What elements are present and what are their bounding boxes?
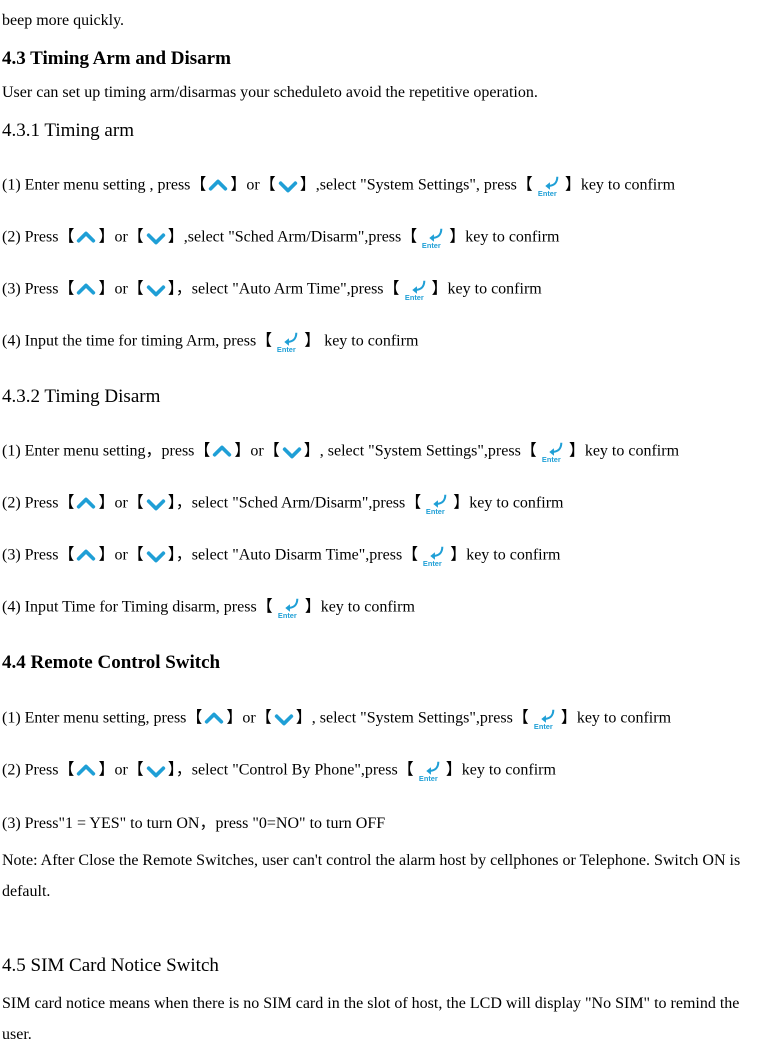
up-arrow-icon — [75, 493, 97, 515]
text: (2) Press【 — [2, 495, 74, 512]
heading-4-5: 4.5 SIM Card Notice Switch — [2, 951, 766, 981]
step-4-3-1-2: (2) Press【 】or【 】,select "Sched Arm/Disarm… — [2, 226, 766, 250]
up-arrow-icon — [75, 760, 97, 782]
step-4-3-2-3: (3) Press【 】or【 】，select "Auto Disarm Time… — [2, 544, 766, 568]
step-4-3-2-2: (2) Press【 】or【 】，select "Sched Arm/Disarm… — [2, 492, 766, 516]
text: 】，select "Sched Arm/Disarm",press【 — [168, 495, 421, 512]
down-arrow-icon — [145, 227, 167, 249]
up-arrow-icon — [75, 545, 97, 567]
up-arrow-icon — [211, 441, 233, 463]
text: (1) Enter menu setting，press【 — [2, 443, 210, 460]
down-arrow-icon — [145, 279, 167, 301]
text: (1) Enter menu setting , press【 — [2, 177, 206, 194]
text: 】, select "System Settings",press【 — [304, 443, 537, 460]
step-4-3-2-4: (4) Input Time for Timing disarm, press【… — [2, 596, 766, 620]
text: (3) Press【 — [2, 281, 74, 298]
text: 】key to confirm — [449, 229, 559, 246]
text: 】，select "Auto Arm Time",press【 — [168, 281, 400, 298]
text: (3) Press【 — [2, 547, 74, 564]
down-arrow-icon — [277, 175, 299, 197]
enter-icon — [534, 174, 564, 198]
enter-icon — [401, 278, 431, 302]
down-arrow-icon — [145, 545, 167, 567]
enter-icon — [530, 707, 560, 731]
enter-icon — [415, 759, 445, 783]
up-arrow-icon — [203, 708, 225, 730]
step-4-4-1: (1) Enter menu setting, press【 】or【 】, sel… — [2, 707, 766, 731]
text: 】, select "System Settings",press【 — [296, 709, 529, 726]
up-arrow-icon — [75, 227, 97, 249]
enter-icon — [274, 596, 304, 620]
text: 】or【 — [234, 443, 279, 460]
step-4-3-1-1: (1) Enter menu setting , press【 】or【 】,sel… — [2, 174, 766, 198]
text: 】or【 — [98, 761, 143, 778]
text: 】,select "System Settings", press【 — [300, 177, 533, 194]
enter-icon — [273, 330, 303, 354]
step-4-3-1-3: (3) Press【 】or【 】，select "Auto Arm Time",p… — [2, 278, 766, 302]
step-4-3-1-4: (4) Input the time for timing Arm, press… — [2, 330, 766, 354]
step-4-3-2-1: (1) Enter menu setting，press【 】or【 】, sele… — [2, 440, 766, 464]
down-arrow-icon — [281, 441, 303, 463]
text: 】or【 — [226, 709, 271, 726]
intro-fragment: beep more quickly. — [2, 8, 766, 34]
text: 】or【 — [98, 229, 143, 246]
desc-4-3: User can set up timing arm/disarmas your… — [2, 80, 766, 106]
text: 】or【 — [98, 281, 143, 298]
text: 】key to confirm — [305, 599, 415, 616]
heading-4-3-1: 4.3.1 Timing arm — [2, 116, 766, 146]
step-4-4-2: (2) Press【 】or【 】，select "Control By Phone… — [2, 759, 766, 783]
down-arrow-icon — [145, 493, 167, 515]
text: 】key to confirm — [432, 281, 542, 298]
enter-icon — [422, 492, 452, 516]
up-arrow-icon — [75, 279, 97, 301]
enter-icon — [538, 440, 568, 464]
down-arrow-icon — [145, 760, 167, 782]
note-4-4: Note: After Close the Remote Switches, u… — [2, 846, 766, 907]
heading-4-4: 4.4 Remote Control Switch — [2, 648, 766, 678]
text: 】key to confirm — [450, 547, 560, 564]
up-arrow-icon — [207, 175, 229, 197]
down-arrow-icon — [273, 708, 295, 730]
text: (2) Press【 — [2, 229, 74, 246]
text: 】key to confirm — [453, 495, 563, 512]
step-4-4-3: (3) Press"1 = YES" to turn ON，press "0=N… — [2, 811, 766, 837]
text: 】,select "Sched Arm/Disarm",press【 — [168, 229, 417, 246]
text: (2) Press【 — [2, 761, 74, 778]
text: (1) Enter menu setting, press【 — [2, 709, 202, 726]
text: 】key to confirm — [446, 761, 556, 778]
text: 】or【 — [230, 177, 275, 194]
text: 】 key to confirm — [304, 333, 418, 350]
text: (4) Input the time for timing Arm, press… — [2, 333, 272, 350]
heading-4-3-2: 4.3.2 Timing Disarm — [2, 382, 766, 412]
text: 】or【 — [98, 547, 143, 564]
text: 】key to confirm — [565, 177, 675, 194]
enter-icon — [419, 544, 449, 568]
text: 】key to confirm — [569, 443, 679, 460]
text: 】，select "Auto Disarm Time",press【 — [168, 547, 418, 564]
heading-4-3: 4.3 Timing Arm and Disarm — [2, 44, 766, 74]
text: 】，select "Control By Phone",press【 — [168, 761, 414, 778]
enter-icon — [418, 226, 448, 250]
text: (4) Input Time for Timing disarm, press【 — [2, 599, 273, 616]
text: 】or【 — [98, 495, 143, 512]
text: 】key to confirm — [561, 709, 671, 726]
desc-4-5: SIM card notice means when there is no S… — [2, 989, 766, 1050]
